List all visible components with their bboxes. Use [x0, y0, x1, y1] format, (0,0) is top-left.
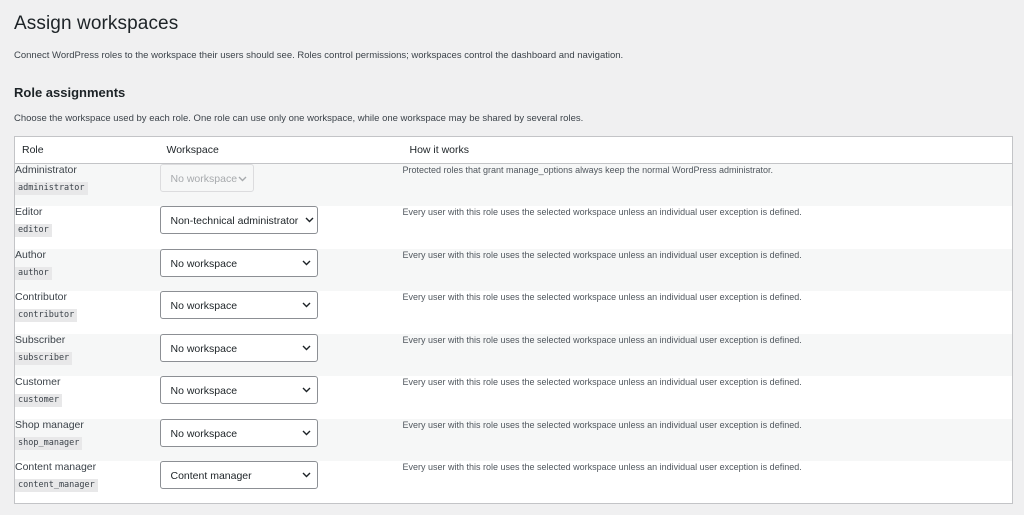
workspace-select-value: No workspace: [170, 173, 238, 185]
how-it-works-text: Every user with this role uses the selec…: [402, 377, 802, 387]
table-row: Subscriber subscriber No workspace Every us…: [14, 333, 1013, 377]
table-row: Shop manager shop_manager No workspace Ever…: [14, 418, 1013, 462]
workspace-select-value: No workspace: [170, 257, 238, 270]
role-cell: Editor editor: [15, 206, 160, 249]
how-it-works-text: Every user with this role uses the selec…: [402, 462, 802, 472]
role-cell: Contributor contributor: [15, 291, 160, 334]
role-assignments-table: Role Workspace How it works Administrato…: [14, 136, 1013, 504]
table-row: Administrator administrator No workspace Pr…: [14, 163, 1013, 207]
table-row: Customer customer No workspace Every user w…: [14, 376, 1013, 419]
page-title: Assign workspaces: [14, 13, 179, 34]
workspace-select: No workspace: [159, 164, 254, 192]
role-slug: author: [15, 266, 52, 280]
workspace-select[interactable]: No workspace: [159, 418, 318, 447]
role-slug: contributor: [15, 309, 78, 322]
workspace-select[interactable]: Content manager: [159, 461, 318, 489]
column-header-role: Role: [14, 136, 160, 164]
workspace-cell: No workspace: [159, 291, 403, 334]
workspace-select[interactable]: Non-technical administrator: [159, 206, 318, 234]
chevron-down-icon: [305, 207, 314, 233]
workspace-select-value: Non-technical administrator: [170, 215, 299, 227]
workspace-select-value: No workspace: [170, 342, 238, 355]
role-slug: content_manager: [15, 479, 98, 492]
role-name: Content manager: [15, 461, 97, 473]
how-it-works-text: Every user with this role uses the selec…: [402, 249, 802, 260]
workspace-cell: No workspace: [159, 164, 403, 207]
section-title: Role assignments: [14, 85, 126, 100]
role-name: Administrator: [15, 164, 77, 176]
column-header-how-it-works: How it works: [402, 136, 1013, 164]
column-header-workspace: Workspace: [159, 136, 403, 164]
workspace-select[interactable]: No workspace: [159, 248, 318, 277]
role-cell: Author author: [15, 249, 160, 292]
table-header-row: Role Workspace How it works: [14, 136, 1013, 164]
chevron-down-icon: [302, 377, 311, 403]
role-slug: administrator: [15, 182, 88, 195]
role-cell: Shop manager shop_manager: [15, 419, 160, 462]
chevron-down-icon: [302, 250, 311, 276]
chevron-down-icon: [238, 174, 247, 185]
role-slug: customer: [15, 394, 62, 407]
workspace-cell: Content manager: [159, 461, 403, 504]
role-name: Customer: [15, 376, 61, 388]
role-slug: subscriber: [15, 351, 73, 365]
role-cell: Customer customer: [15, 376, 160, 419]
chevron-down-icon: [302, 462, 311, 488]
workspace-select-value: No workspace: [170, 300, 238, 312]
role-name: Subscriber: [15, 333, 66, 346]
how-it-works-text: Protected roles that grant manage_option…: [402, 165, 774, 175]
workspace-select-value: No workspace: [170, 427, 238, 440]
role-slug: shop_manager: [15, 436, 83, 450]
page-intro: Connect WordPress roles to the workspace…: [14, 50, 624, 61]
how-it-works-text: Every user with this role uses the selec…: [402, 292, 802, 302]
role-slug: editor: [15, 224, 52, 237]
workspace-select[interactable]: No workspace: [159, 291, 318, 319]
section-description: Choose the workspace used by each role. …: [14, 113, 584, 124]
workspace-cell: No workspace: [159, 376, 403, 419]
role-name: Shop manager: [15, 418, 84, 431]
workspace-cell: No workspace: [159, 333, 403, 377]
workspace-select-value: Content manager: [170, 470, 252, 482]
role-name: Contributor: [15, 291, 67, 303]
how-it-works-text: Every user with this role uses the selec…: [402, 334, 802, 345]
table-row: Contributor contributor No workspace Every …: [14, 291, 1013, 334]
workspace-cell: Non-technical administrator: [159, 206, 403, 249]
workspace-select[interactable]: No workspace: [159, 333, 318, 362]
table-row: Author author No workspace Every user with …: [14, 248, 1013, 292]
workspace-select[interactable]: No workspace: [159, 376, 318, 404]
how-it-works-text: Every user with this role uses the selec…: [402, 419, 802, 430]
chevron-down-icon: [302, 335, 311, 361]
workspace-cell: No workspace: [159, 418, 403, 462]
table-row: Content manager content_manager Content ma…: [14, 461, 1013, 504]
role-name: Editor: [15, 206, 43, 218]
workspace-cell: No workspace: [159, 248, 403, 292]
table-row: Editor editor Non-technical administrator E…: [14, 206, 1013, 249]
role-cell: Subscriber subscriber: [15, 334, 160, 377]
how-it-works-text: Every user with this role uses the selec…: [402, 207, 802, 217]
role-cell: Administrator administrator: [15, 164, 160, 207]
chevron-down-icon: [302, 420, 311, 446]
role-name: Author: [15, 248, 46, 261]
workspace-select-value: No workspace: [170, 385, 238, 397]
role-cell: Content manager content_manager: [15, 461, 160, 504]
chevron-down-icon: [302, 292, 311, 318]
